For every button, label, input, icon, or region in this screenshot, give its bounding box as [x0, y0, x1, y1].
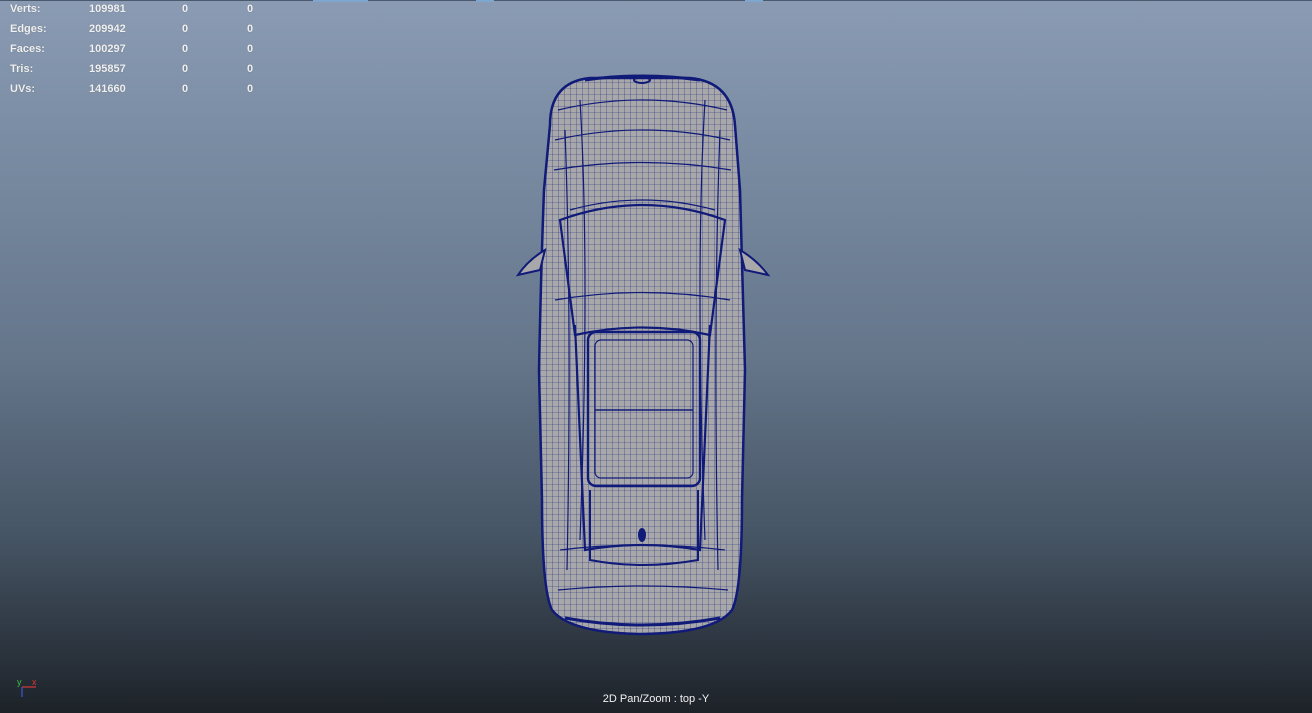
hud-total: 100297: [89, 43, 126, 55]
hud-selected: 0: [182, 43, 189, 55]
hud-row-faces: Faces: 100297 0 0: [10, 43, 270, 63]
car-body: [537, 76, 747, 636]
hud-total: 195857: [89, 63, 126, 75]
hud-label: Tris:: [10, 63, 34, 75]
poly-count-hud: Verts: 109981 0 0 Edges: 209942 0 0 Face…: [10, 3, 270, 103]
hud-triangles: 0: [247, 83, 254, 95]
hud-total: 141660: [89, 83, 126, 95]
axis-y-label: y: [17, 677, 22, 687]
toolbar-edge-mark: [745, 0, 763, 2]
hud-triangles: 0: [247, 63, 254, 75]
hud-total: 109981: [89, 3, 126, 15]
hud-selected: 0: [182, 63, 189, 75]
toolbar-edge-mark: [313, 0, 368, 2]
axis-x-label: x: [32, 677, 37, 687]
hud-label: UVs:: [10, 83, 36, 95]
hud-label: Edges:: [10, 23, 47, 35]
car-mirror-right: [738, 247, 771, 277]
viewport-panel[interactable]: Verts: 109981 0 0 Edges: 209942 0 0 Face…: [0, 0, 1312, 713]
hud-label: Faces:: [10, 43, 45, 55]
axis-gizmo: y x: [17, 677, 37, 697]
panel-top-border: [0, 0, 1312, 1]
camera-label: 2D Pan/Zoom : top -Y: [602, 693, 710, 705]
hud-selected: 0: [182, 23, 189, 35]
hud-row-verts: Verts: 109981 0 0: [10, 3, 270, 23]
hud-row-uvs: UVs: 141660 0 0: [10, 83, 270, 103]
hud-row-tris: Tris: 195857 0 0: [10, 63, 270, 83]
hud-triangles: 0: [247, 3, 254, 15]
hud-selected: 0: [182, 83, 189, 95]
toolbar-edge-mark: [476, 0, 494, 2]
hud-total: 209942: [89, 23, 126, 35]
car-wireframe-model[interactable]: [510, 70, 775, 640]
hud-label: Verts:: [10, 3, 41, 15]
hud-triangles: 0: [247, 43, 254, 55]
hud-triangles: 0: [247, 23, 254, 35]
car-rear-wiper-mount: [638, 528, 646, 542]
hud-selected: 0: [182, 3, 189, 15]
hud-row-edges: Edges: 209942 0 0: [10, 23, 270, 43]
